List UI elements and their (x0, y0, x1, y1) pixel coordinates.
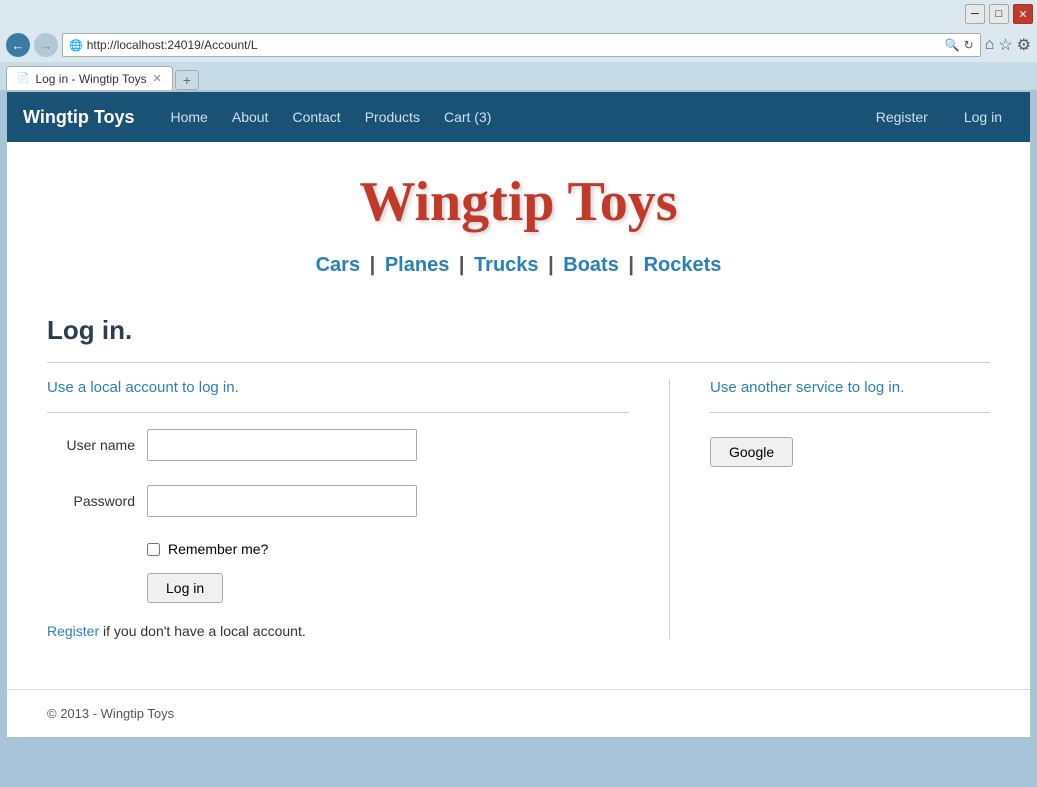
category-bar: Cars | Planes | Trucks | Boats | Rockets (7, 244, 1030, 295)
local-login-section: Use a local account to log in. User name… (47, 379, 670, 639)
nav-home[interactable]: Home (159, 109, 220, 125)
category-cars[interactable]: Cars (316, 254, 360, 276)
username-row: User name (47, 429, 629, 461)
nav-register[interactable]: Register (864, 109, 940, 125)
divider (47, 362, 990, 363)
address-text: http://localhost:24019/Account/L (87, 38, 941, 52)
remember-checkbox[interactable] (147, 543, 160, 556)
tab-favicon: 📄 (17, 73, 29, 84)
category-planes[interactable]: Planes (385, 254, 449, 276)
forward-button[interactable]: → (34, 33, 58, 57)
local-section-title: Use a local account to log in. (47, 379, 629, 396)
tab-bar: 📄 Log in - Wingtip Toys ✕ + (0, 62, 1037, 90)
password-row: Password (47, 485, 629, 517)
nav-right: Register Log in (864, 109, 1014, 125)
login-button[interactable]: Log in (147, 573, 223, 603)
settings-icon[interactable]: ⚙ (1017, 35, 1031, 55)
active-tab[interactable]: 📄 Log in - Wingtip Toys ✕ (6, 66, 173, 90)
page-title: Log in. (47, 315, 990, 346)
sep-3: | (548, 254, 554, 276)
close-button[interactable]: ✕ (1013, 4, 1033, 24)
category-boats[interactable]: Boats (563, 254, 619, 276)
register-suffix-text: if you don't have a local account. (99, 623, 306, 639)
category-rockets[interactable]: Rockets (644, 254, 722, 276)
google-button[interactable]: Google (710, 437, 793, 467)
remember-row: Remember me? (147, 541, 629, 557)
hero-title: Wingtip Toys (7, 170, 1030, 234)
sep-4: | (628, 254, 634, 276)
address-icon: 🌐 (69, 39, 83, 52)
password-label: Password (47, 493, 147, 509)
back-button[interactable]: ← (6, 33, 30, 57)
home-icon[interactable]: ⌂ (985, 36, 995, 54)
restore-button[interactable]: □ (989, 4, 1009, 24)
browser-navbar: ← → 🌐 http://localhost:24019/Account/L 🔍… (0, 28, 1037, 62)
site-brand[interactable]: Wingtip Toys (23, 107, 135, 128)
tab-title: Log in - Wingtip Toys (35, 72, 146, 86)
local-divider (47, 412, 629, 413)
nav-about[interactable]: About (220, 109, 281, 125)
register-link-section: Register if you don't have a local accou… (47, 623, 629, 639)
nav-cart[interactable]: Cart (3) (432, 109, 503, 125)
nav-links: Home About Contact Products Cart (3) (159, 109, 864, 125)
search-icon: 🔍 (945, 38, 960, 52)
minimize-button[interactable]: ─ (965, 4, 985, 24)
sep-2: | (459, 254, 465, 276)
nav-products[interactable]: Products (353, 109, 432, 125)
new-tab-button[interactable]: + (175, 70, 199, 90)
remember-label: Remember me? (168, 541, 268, 557)
nav-login[interactable]: Log in (952, 109, 1014, 125)
nav-contact[interactable]: Contact (280, 109, 352, 125)
password-input[interactable] (147, 485, 417, 517)
footer-text: © 2013 - Wingtip Toys (47, 706, 174, 721)
category-trucks[interactable]: Trucks (474, 254, 538, 276)
service-section-title: Use another service to log in. (710, 379, 990, 396)
service-divider (710, 412, 990, 413)
login-layout: Use a local account to log in. User name… (47, 379, 990, 639)
address-bar[interactable]: 🌐 http://localhost:24019/Account/L 🔍 ↻ (62, 33, 981, 57)
website-content: Wingtip Toys Home About Contact Products… (6, 91, 1031, 738)
site-footer: © 2013 - Wingtip Toys (7, 689, 1030, 737)
refresh-icon[interactable]: ↻ (964, 38, 974, 52)
username-input[interactable] (147, 429, 417, 461)
main-content: Log in. Use a local account to log in. U… (7, 295, 1030, 659)
site-nav: Wingtip Toys Home About Contact Products… (7, 92, 1030, 142)
register-link[interactable]: Register (47, 623, 99, 639)
favorites-icon[interactable]: ☆ (998, 35, 1012, 55)
username-label: User name (47, 437, 147, 453)
sep-1: | (370, 254, 376, 276)
external-login-section: Use another service to log in. Google (670, 379, 990, 639)
hero-section: Wingtip Toys (7, 142, 1030, 244)
tab-close-button[interactable]: ✕ (153, 72, 162, 85)
